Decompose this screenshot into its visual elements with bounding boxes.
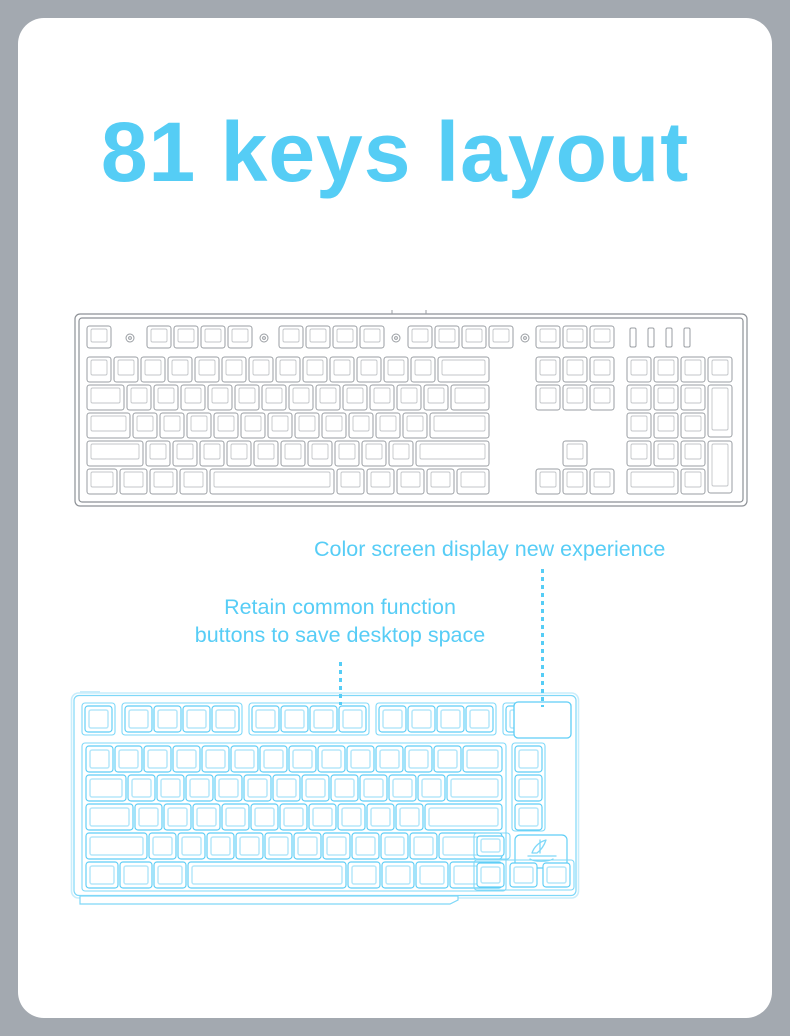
page-root: 81 keys layout .gcase{fill:#ffffff;strok… — [0, 0, 790, 1036]
row-tab — [85, 774, 503, 802]
right-column-keys — [511, 742, 546, 832]
row-numbers — [85, 745, 503, 773]
caption-color-screen: Color screen display new experience — [314, 537, 666, 561]
leader-line-function — [339, 659, 342, 705]
page-title: 81 keys layout — [100, 105, 690, 199]
row-caps — [85, 803, 503, 831]
caption-function-line2: buttons to save desktop space — [194, 623, 486, 648]
color-screen-display — [513, 701, 572, 739]
leader-line-screen — [541, 567, 544, 707]
caption-function-line1: Retain common function — [224, 595, 456, 619]
caption-function-buttons: Retain common function buttons to save d… — [160, 593, 520, 650]
81-key-keyboard-diagram: .bcase{fill:#ffffff;stroke:#7fd8f8;strok… — [70, 690, 580, 913]
full-size-keyboard-diagram: .gcase{fill:#ffffff;stroke:#8d9196;strok… — [74, 308, 748, 513]
key-esc — [81, 702, 116, 736]
content-card: 81 keys layout .gcase{fill:#ffffff;strok… — [18, 18, 772, 1018]
row-bottom — [85, 861, 503, 889]
